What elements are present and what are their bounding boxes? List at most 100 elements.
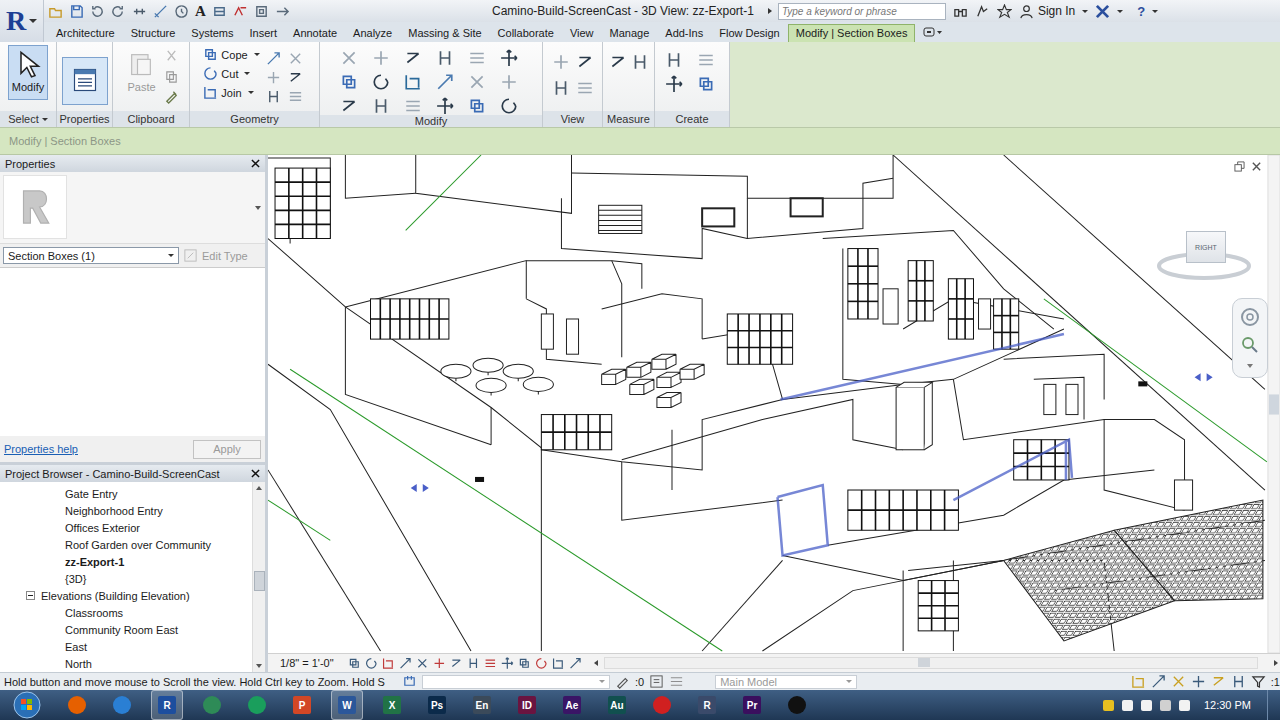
- taskbar-app[interactable]: [196, 690, 228, 720]
- selection-option-icon[interactable]: [1231, 674, 1246, 689]
- panel-label[interactable]: Measure: [603, 111, 654, 127]
- geometry-tool-button[interactable]: Cope: [203, 47, 259, 62]
- filter-icon[interactable]: [1251, 674, 1266, 689]
- tray-icon[interactable]: [1179, 700, 1190, 711]
- edit-type-button[interactable]: Edit Type: [183, 248, 248, 263]
- copy-icon[interactable]: [164, 69, 179, 84]
- tray-icon[interactable]: [1122, 700, 1133, 711]
- ribbon-tab[interactable]: Systems: [183, 24, 241, 42]
- browser-item[interactable]: Offices Exterior: [0, 519, 252, 536]
- ribbon-tab[interactable]: Structure: [123, 24, 184, 42]
- geometry-tool-icon[interactable]: [266, 70, 281, 85]
- browser-item[interactable]: zz-Export-1: [0, 553, 252, 570]
- help-button[interactable]: ?: [1137, 4, 1145, 19]
- browser-item[interactable]: Roof Garden over Community: [0, 536, 252, 553]
- collapse-icon[interactable]: [26, 591, 35, 600]
- view-control-icon[interactable]: [365, 657, 378, 670]
- view-control-icon[interactable]: [501, 657, 514, 670]
- palette-header[interactable]: Project Browser - Camino-Build-ScreenCas…: [0, 465, 265, 482]
- scroll-up-icon[interactable]: [255, 485, 263, 491]
- toolbar-tool-icon[interactable]: [254, 4, 269, 19]
- modify-tool-icon[interactable]: [609, 53, 627, 71]
- toolbar-tool-icon[interactable]: [132, 4, 147, 19]
- modify-tool-icon[interactable]: [436, 73, 454, 91]
- taskbar-app[interactable]: [646, 690, 678, 720]
- paste-button[interactable]: Paste: [123, 45, 159, 104]
- modify-tool-icon[interactable]: [372, 73, 390, 91]
- modify-tool-icon[interactable]: [404, 97, 422, 115]
- panel-label[interactable]: Geometry: [190, 111, 319, 127]
- panel-label[interactable]: View: [543, 111, 602, 127]
- geometry-tool-icon[interactable]: [288, 89, 303, 104]
- show-desktop-button[interactable]: [1267, 690, 1280, 720]
- worksets-icon[interactable]: [402, 674, 417, 689]
- panel-label[interactable]: Clipboard: [113, 111, 189, 127]
- close-view-icon[interactable]: [1251, 161, 1262, 172]
- selection-option-icon[interactable]: [1171, 674, 1186, 689]
- type-selector[interactable]: Section Boxes (1): [3, 247, 179, 264]
- sign-in-button[interactable]: Sign In: [1038, 4, 1075, 18]
- modify-tool-icon[interactable]: [500, 73, 518, 91]
- design-option-set-icon[interactable]: [669, 674, 684, 689]
- geometry-tool-icon[interactable]: [266, 89, 281, 104]
- ribbon-tab[interactable]: Annotate: [285, 24, 345, 42]
- view-cube-face[interactable]: RIGHT: [1186, 231, 1226, 263]
- modify-tool-icon[interactable]: [468, 73, 486, 91]
- view-control-icon[interactable]: [535, 657, 548, 670]
- view-control-icon[interactable]: [467, 657, 480, 670]
- design-option-combo[interactable]: Main Model: [715, 675, 857, 689]
- browser-item[interactable]: Community Room East: [0, 621, 252, 638]
- view-control-icon[interactable]: [348, 657, 361, 670]
- scroll-down-icon[interactable]: [255, 663, 263, 669]
- modify-tool-icon[interactable]: [500, 97, 518, 115]
- view-control-icon[interactable]: [518, 657, 531, 670]
- taskbar-app[interactable]: ID: [511, 690, 543, 720]
- geometry-tool-button[interactable]: Join: [203, 85, 259, 100]
- modify-tool-icon[interactable]: [631, 53, 649, 71]
- taskbar-app[interactable]: En: [466, 690, 498, 720]
- workset-combo[interactable]: [422, 675, 610, 689]
- modify-tool-icon[interactable]: [697, 75, 715, 93]
- taskbar-app[interactable]: P: [286, 690, 318, 720]
- modify-tool-icon[interactable]: [665, 75, 683, 93]
- ribbon-tab[interactable]: View: [562, 24, 602, 42]
- modify-tool-icon[interactable]: [468, 97, 486, 115]
- panel-label[interactable]: Properties: [57, 111, 112, 127]
- view-control-icon[interactable]: [569, 657, 582, 670]
- zoom-icon[interactable]: [1240, 335, 1260, 355]
- modify-tool-icon[interactable]: [340, 49, 358, 67]
- favorites-star-icon[interactable]: [997, 4, 1012, 19]
- modify-tool-icon[interactable]: [552, 79, 570, 97]
- view-control-icon[interactable]: [416, 657, 429, 670]
- ribbon-tab[interactable]: Add-Ins: [657, 24, 711, 42]
- geometry-tool-icon[interactable]: [288, 70, 303, 85]
- modify-button[interactable]: Modify: [8, 45, 48, 100]
- toolbar-tool-icon[interactable]: [275, 4, 290, 19]
- toolbar-tool-icon[interactable]: [48, 4, 63, 19]
- editing-requests-icon[interactable]: [615, 674, 630, 689]
- modify-tool-icon[interactable]: [576, 79, 594, 97]
- toolbar-tool-icon[interactable]: [212, 4, 227, 19]
- modify-tool-icon[interactable]: [340, 73, 358, 91]
- modify-tool-icon[interactable]: [468, 49, 486, 67]
- view-control-icon[interactable]: [552, 657, 565, 670]
- close-icon[interactable]: [251, 159, 260, 168]
- text-tool-button[interactable]: A: [195, 3, 206, 20]
- apply-button[interactable]: Apply: [193, 440, 261, 459]
- geometry-tool-button[interactable]: Cut: [203, 66, 259, 81]
- start-button-icon[interactable]: [12, 690, 42, 720]
- taskbar-app[interactable]: [61, 690, 93, 720]
- tray-icon[interactable]: [1141, 700, 1152, 711]
- taskbar-app[interactable]: X: [376, 690, 408, 720]
- expand-arrow-icon[interactable]: [766, 7, 774, 15]
- building-model[interactable]: [268, 155, 1280, 653]
- view-horizontal-scrollbar[interactable]: [604, 657, 1258, 669]
- ribbon-tab[interactable]: Analyze: [345, 24, 400, 42]
- modify-tool-icon[interactable]: [552, 53, 570, 71]
- cut-scissors-icon[interactable]: [164, 49, 179, 64]
- subscription-icon[interactable]: [975, 4, 990, 19]
- geometry-tool-icon[interactable]: [266, 51, 281, 66]
- selection-option-icon[interactable]: [1191, 674, 1206, 689]
- ribbon-tab[interactable]: Massing & Site: [400, 24, 489, 42]
- taskbar-app[interactable]: [781, 690, 813, 720]
